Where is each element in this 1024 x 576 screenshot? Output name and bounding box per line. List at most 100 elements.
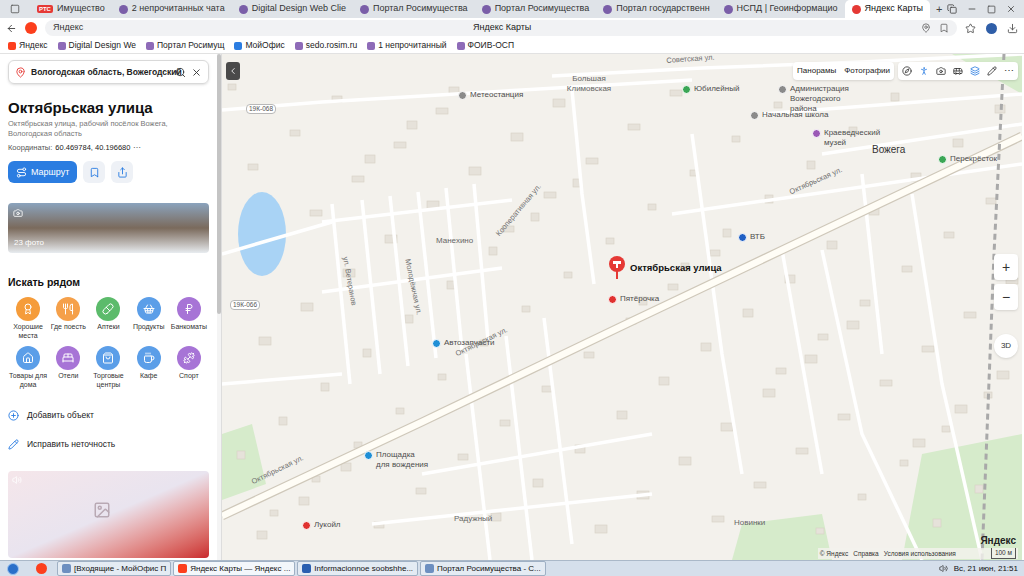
poi-label[interactable]: Краеведческий музей	[812, 128, 878, 148]
terms-link[interactable]: Условия использования	[884, 549, 956, 559]
search-icon[interactable]	[175, 67, 186, 78]
poi-label[interactable]: Юбилейный	[682, 84, 739, 94]
category-button[interactable]: Продукты	[129, 297, 169, 340]
poi-label[interactable]: Перекрёсток	[938, 154, 997, 164]
map-canvas[interactable]	[222, 54, 1022, 560]
pinned-app[interactable]	[26, 561, 56, 576]
tab-favicon: РТС	[37, 5, 53, 13]
taskbar-item[interactable]: Яндекс Карты — Яндекс ...	[173, 561, 295, 576]
poi-label[interactable]: Пятёрочка	[608, 294, 659, 304]
layers-icon[interactable]	[970, 66, 980, 76]
category-button[interactable]: Торговые центры	[88, 346, 128, 389]
more-button[interactable]: ⋯	[133, 142, 141, 153]
action-link[interactable]: Добавить объект	[8, 409, 209, 422]
category-button[interactable]: Где поесть	[48, 297, 88, 340]
page-title: Яндекс Карты	[83, 21, 921, 35]
browser-tab[interactable]: Портал государственн	[596, 0, 716, 18]
browser-tab[interactable]: Яндекс Карты	[845, 0, 930, 18]
action-link[interactable]: Исправить неточность	[8, 438, 209, 451]
bookmark[interactable]: Яндекс	[8, 39, 48, 52]
panoramas-button[interactable]: Панорамы	[797, 65, 836, 77]
poi-label[interactable]: Администрация Вожегодского района	[778, 84, 852, 114]
taskbar: [Входящие - МойОфис ПЯндекс Карты — Янде…	[0, 560, 1024, 576]
app-icon	[62, 564, 71, 573]
category-button[interactable]: Спорт	[169, 346, 209, 389]
ad-banner[interactable]	[8, 471, 209, 559]
browser-tab[interactable]: РТСИмущество	[30, 0, 112, 18]
map-pin[interactable]: Октябрьская улица	[608, 256, 722, 280]
taskbar-item[interactable]: Портал Росимущества - С...	[420, 561, 546, 576]
location-icon[interactable]	[921, 23, 931, 33]
ruler-icon[interactable]	[987, 66, 997, 76]
help-link[interactable]: Справка	[853, 549, 879, 559]
place-label: Вожега	[872, 144, 905, 156]
bookmark-icon[interactable]	[939, 23, 949, 33]
route-button[interactable]: Маршрут	[8, 161, 77, 183]
collapse-panel-button[interactable]	[226, 62, 240, 80]
map-toolbar: Панорамы Фотографии ⋯	[793, 62, 1018, 80]
poi-label[interactable]: Метеостанция	[458, 90, 523, 100]
map[interactable]: Большая КлимовскаяСоветская ул.Метеостан…	[222, 54, 1024, 560]
3d-button[interactable]: 3D	[994, 334, 1018, 358]
back-icon[interactable]	[6, 23, 17, 34]
camera-icon[interactable]	[936, 66, 946, 76]
yandex-logo-icon[interactable]	[25, 22, 37, 34]
bookmark[interactable]: МойОфис	[234, 39, 284, 52]
browser-menu[interactable]	[0, 0, 30, 18]
windows-logo-icon	[7, 563, 19, 575]
window-icon	[10, 4, 20, 14]
zoom-in-button[interactable]: +	[994, 254, 1018, 280]
category-button[interactable]: Хорошие места	[8, 297, 48, 340]
share-button[interactable]	[111, 161, 133, 183]
poi-icon	[938, 155, 947, 164]
tabs: РТСИмущество2 непрочитанных чатаDigital …	[30, 0, 947, 18]
pin-icon	[608, 256, 626, 280]
profile-icon[interactable]	[986, 23, 997, 34]
address-field[interactable]: ЯндексЯндекс Карты	[45, 20, 957, 36]
new-tab-button[interactable]: +	[930, 0, 948, 18]
poi-label[interactable]: Лукойл	[302, 520, 341, 530]
bookmark[interactable]: Digital Design We	[58, 39, 136, 52]
photos-button[interactable]: Фотографии	[844, 65, 890, 77]
more-button[interactable]: ⋯	[1004, 66, 1014, 76]
save-button[interactable]	[83, 161, 105, 183]
close-icon[interactable]	[1006, 4, 1016, 14]
panorama-person-icon[interactable]	[919, 66, 929, 76]
clock[interactable]: Вс, 21 июн, 21:51	[954, 563, 1018, 575]
browser-tab[interactable]: 2 непрочитанных чата	[112, 0, 232, 18]
start-button[interactable]	[0, 561, 26, 576]
category-button[interactable]: Товары для дома	[8, 346, 48, 389]
bookmark[interactable]: sedo.rosim.ru	[295, 39, 358, 52]
sound-icon[interactable]	[12, 475, 22, 485]
taskbar-item[interactable]: [Входящие - МойОфис П	[57, 561, 171, 576]
photo-strip[interactable]: 23 фото	[8, 203, 209, 253]
download-icon[interactable]	[1007, 23, 1018, 34]
category-button[interactable]: Аптеки	[88, 297, 128, 340]
taskbar-item[interactable]: Informacionnoe soobshhe...	[297, 561, 418, 576]
transport-icon[interactable]	[953, 66, 963, 76]
browser-tab[interactable]: Digital Design Web Clie	[232, 0, 353, 18]
category-button[interactable]: Отели	[48, 346, 88, 389]
poi-label[interactable]: ВТБ	[738, 232, 765, 242]
search-field[interactable]: Вологодская область, Вожегодский	[8, 60, 209, 84]
clear-icon[interactable]	[191, 67, 202, 78]
favorites-icon[interactable]	[965, 23, 976, 34]
minimize-icon[interactable]	[967, 4, 977, 14]
browser-tab[interactable]: Портал Росимущества	[475, 0, 597, 18]
category-icon	[143, 352, 155, 364]
volume-icon[interactable]	[939, 564, 948, 573]
bookmark[interactable]: Портал Росимущ	[146, 39, 224, 52]
browser-tab[interactable]: Портал Росимущества	[353, 0, 475, 18]
compass-icon[interactable]	[902, 66, 912, 76]
scrollbar[interactable]	[217, 54, 221, 560]
browser-tab[interactable]: НСПД | Геоинформацио	[717, 0, 845, 18]
bookmark[interactable]: ФОИВ-ОСП	[457, 39, 515, 52]
poi-label[interactable]: Площадка для вождения	[364, 450, 430, 470]
category-button[interactable]: Банкоматы	[169, 297, 209, 340]
poi-label[interactable]: Начальная школа	[750, 110, 828, 120]
bookmark[interactable]: 1 непрочитанный	[367, 39, 446, 52]
tabs-icon[interactable]	[947, 4, 957, 14]
category-button[interactable]: Кафе	[129, 346, 169, 389]
maximize-icon[interactable]	[987, 5, 996, 14]
zoom-out-button[interactable]: −	[994, 284, 1018, 310]
